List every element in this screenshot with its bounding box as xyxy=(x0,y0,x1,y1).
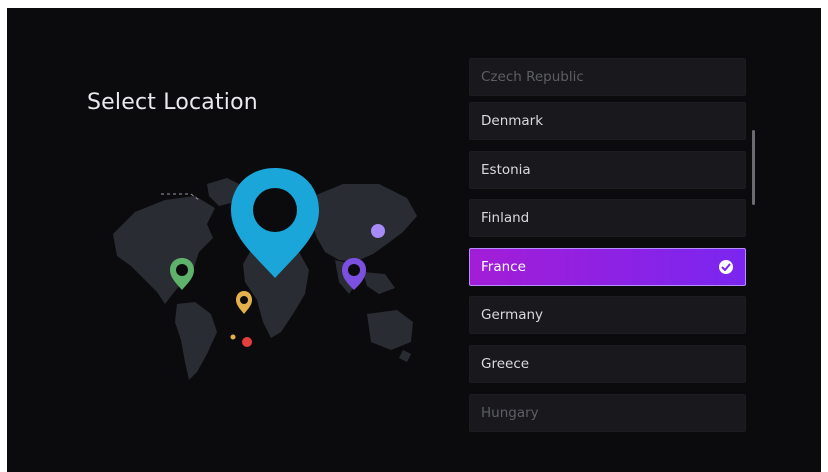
list-item-label: France xyxy=(481,259,526,275)
list-item[interactable]: Germany xyxy=(469,296,746,334)
list-item-selected[interactable]: France xyxy=(469,248,746,286)
list-item[interactable]: Finland xyxy=(469,199,746,237)
main-location-pin-icon xyxy=(231,168,319,278)
country-list[interactable]: Czech Republic Denmark Estonia Finland F… xyxy=(469,58,749,458)
world-map-icon xyxy=(113,168,417,380)
check-circle-icon xyxy=(719,260,733,274)
list-item-label: Estonia xyxy=(481,162,531,178)
page-title: Select Location xyxy=(87,90,258,115)
list-item[interactable]: Greece xyxy=(469,345,746,383)
list-item[interactable]: Hungary xyxy=(469,394,746,432)
yellow-location-pin-icon xyxy=(236,291,252,314)
location-screen: Select Location Czech Republic Denmark E… xyxy=(7,8,821,472)
list-item-label: Greece xyxy=(481,356,530,372)
list-item[interactable]: Czech Republic xyxy=(469,58,746,96)
scrollbar[interactable] xyxy=(752,130,755,205)
list-item-label: Czech Republic xyxy=(481,69,584,85)
list-item[interactable]: Estonia xyxy=(469,151,746,189)
list-item-label: Denmark xyxy=(481,113,544,129)
list-item-label: Hungary xyxy=(481,405,539,421)
list-item[interactable]: Denmark xyxy=(469,102,746,140)
list-item-label: Germany xyxy=(481,307,544,323)
list-item-label: Finland xyxy=(481,210,530,226)
